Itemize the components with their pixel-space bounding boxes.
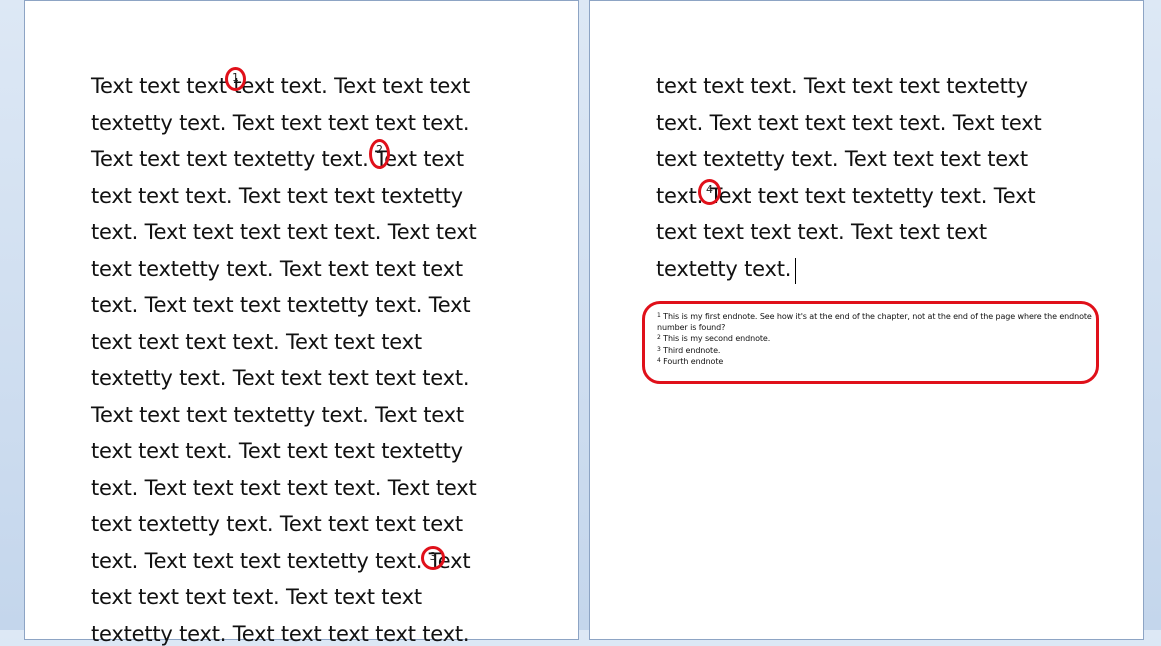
body-text-line: textetty text. Text text text text text. <box>91 111 470 135</box>
body-text-line: Text text text textetty text. Text text <box>91 147 464 171</box>
endnote-marker-3[interactable]: 3 <box>421 546 445 570</box>
body-text-line: text text text text. Text text text <box>656 220 987 244</box>
body-text-line: text textetty text. Text text text text <box>91 257 463 281</box>
endnote-4: 4 Fourth endnote <box>657 357 724 366</box>
text-cursor <box>795 258 796 284</box>
body-text-line: text text text. Text text text textetty <box>91 184 463 208</box>
body-text-line: text textetty text. Text text text text <box>656 147 1028 171</box>
body-text-line: text. Text text text textetty text. Text <box>91 549 471 573</box>
endnote-marker-2[interactable]: 2 <box>369 139 390 169</box>
body-text-line: text text text. Text text text textetty <box>91 439 463 463</box>
endnote-marker-1[interactable]: 1 <box>225 67 246 91</box>
body-text-line: text text text text. Text text text <box>91 330 422 354</box>
body-text-line: text text text. Text text text textetty <box>656 74 1028 98</box>
body-text-line: text textetty text. Text text text text <box>91 512 463 536</box>
document-page-left: Text text text text text. Text text text… <box>24 0 579 646</box>
body-text-line: text. Text text text text text. Text tex… <box>91 476 477 500</box>
body-text-line: text. Text text text text text. Text tex… <box>656 111 1042 135</box>
document-page-right: text text text. Text text text textetty … <box>589 0 1144 640</box>
endnote-3: 3 Third endnote. <box>657 346 721 355</box>
body-text-line: text. Text text text textetty text. Text <box>91 293 471 317</box>
endnote-1-continued: number is found? <box>657 323 726 332</box>
body-text-line: text. Text text text text text. Text tex… <box>91 220 477 244</box>
body-text-line: textetty text. <box>656 257 792 281</box>
endnote-1: 1 This is my first endnote. See how it's… <box>657 312 1092 321</box>
endnote-marker-4[interactable]: 4 <box>698 179 721 205</box>
body-text-line: textetty text. Text text text text text. <box>91 622 470 646</box>
body-text-line: Text text text textetty text. Text text <box>91 403 464 427</box>
body-text-line: text text text text. Text text text <box>91 585 422 609</box>
endnote-2: 2 This is my second endnote. <box>657 334 771 343</box>
body-text-line: Text text text text text. Text text text <box>91 74 471 98</box>
body-text-line: textetty text. Text text text text text. <box>91 366 470 390</box>
